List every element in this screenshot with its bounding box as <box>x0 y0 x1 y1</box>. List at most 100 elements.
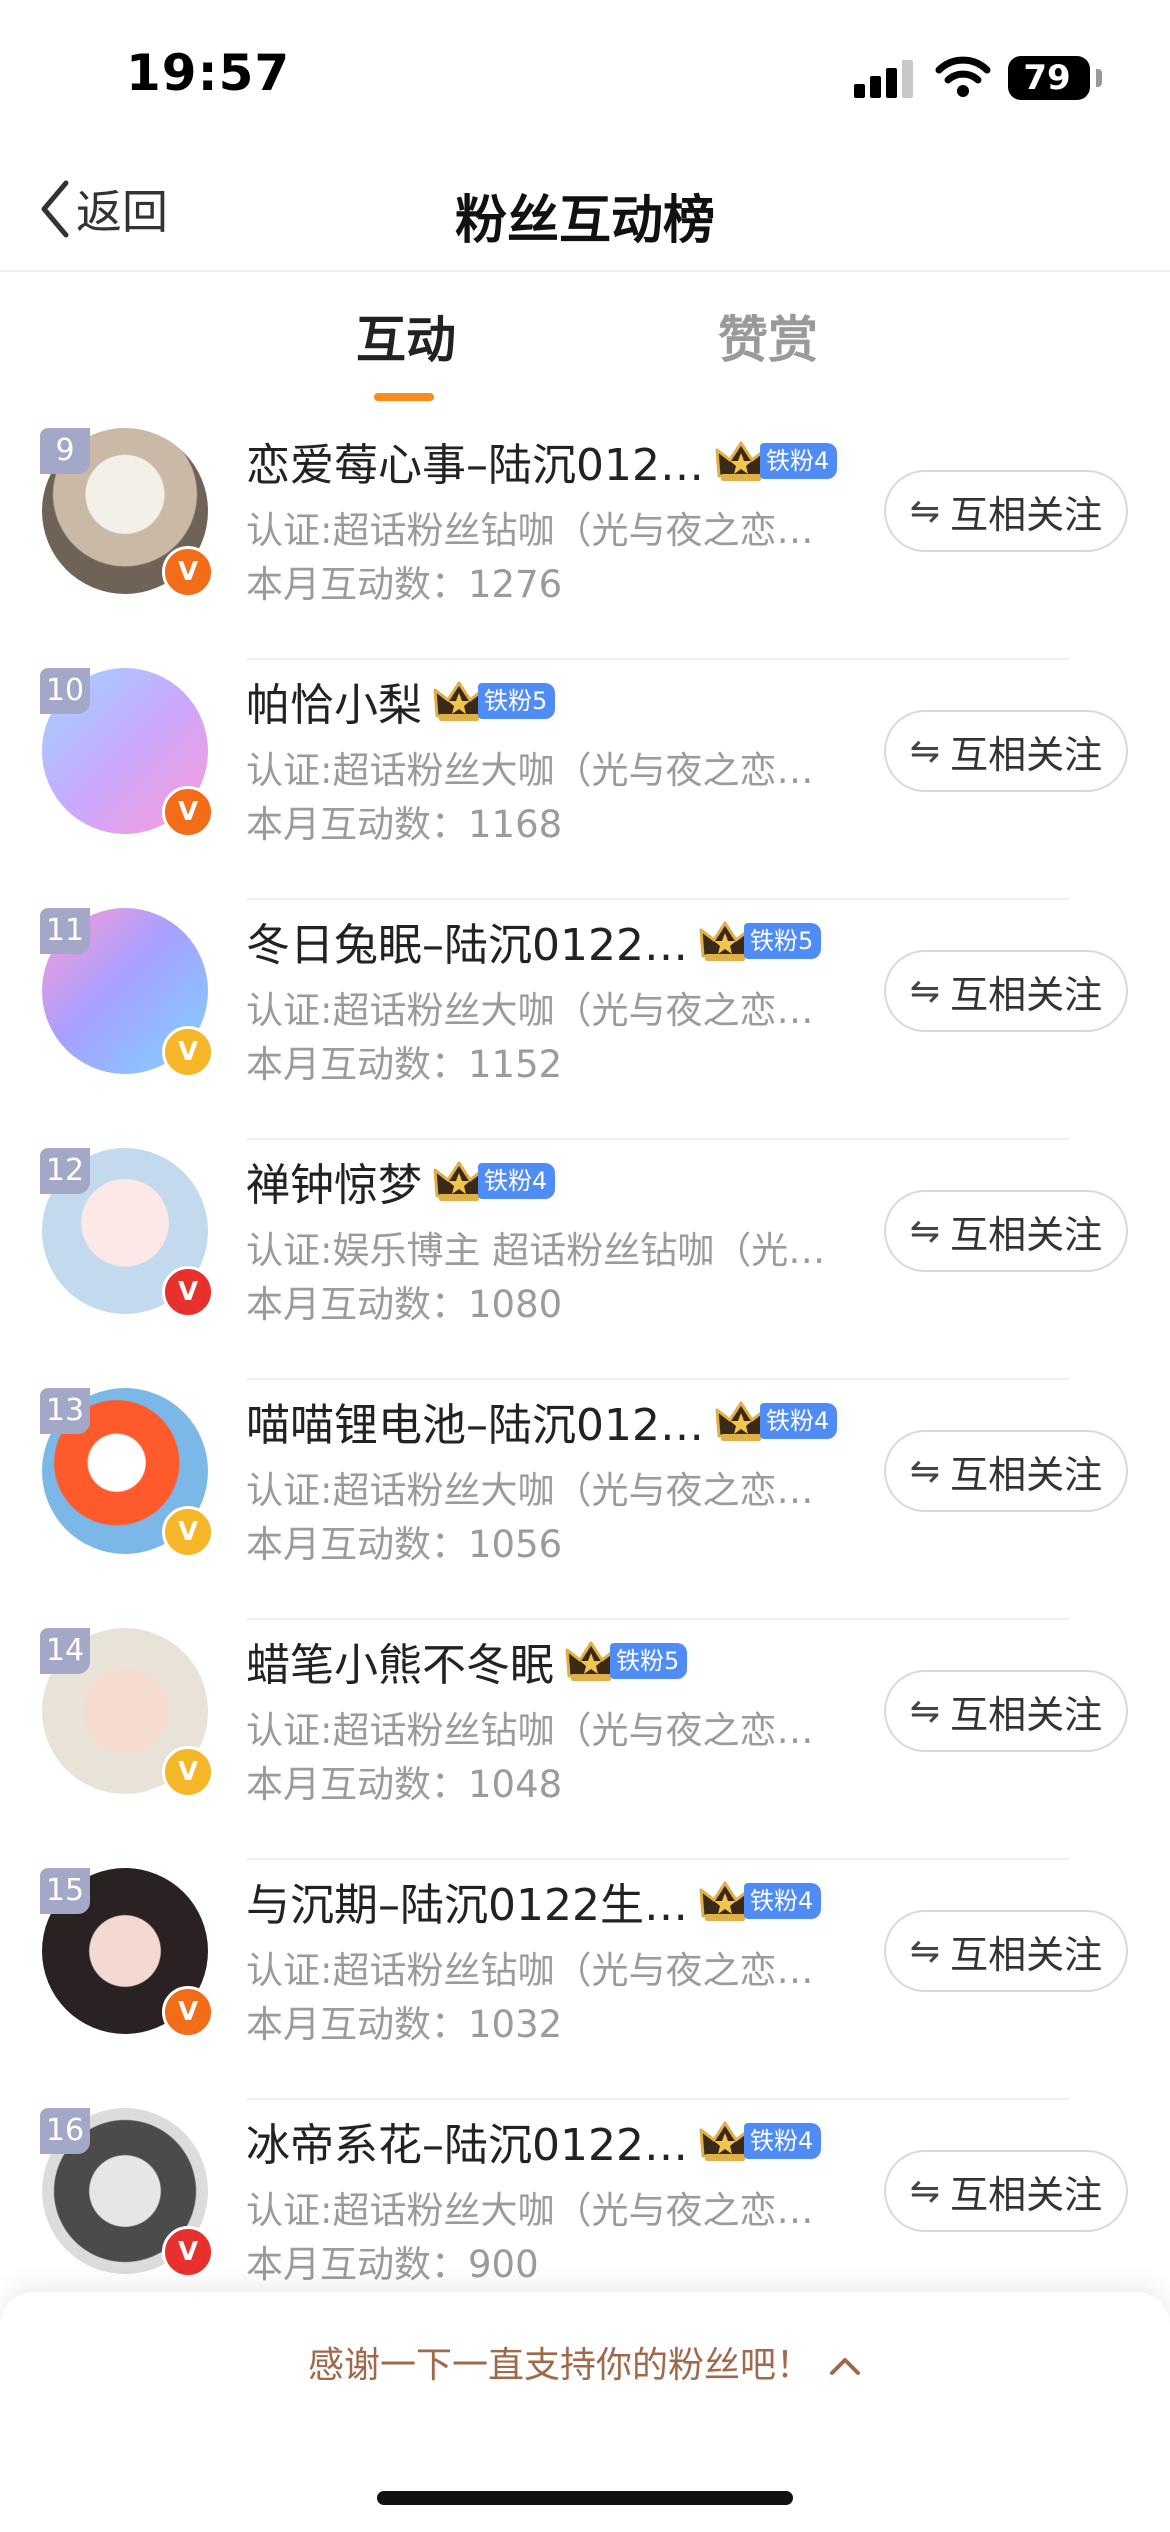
tab-reward[interactable]: 赞赏 <box>718 300 818 372</box>
list-item[interactable]: 9 V 恋爱莓心事–陆沉012… 铁粉4 认证:超话粉丝钻咖（光与夜之恋陆… 本… <box>0 420 1170 660</box>
fan-level-label: 铁粉4 <box>759 1403 838 1439</box>
list-item[interactable]: 13 V 喵喵锂电池–陆沉012… 铁粉4 认证:超话粉丝大咖（光与夜之恋陆… … <box>0 1380 1170 1620</box>
rank-badge: 13 <box>40 1388 90 1434</box>
rank-badge: 12 <box>40 1148 90 1194</box>
rank-badge: 15 <box>40 1868 90 1914</box>
rank-badge: 10 <box>40 668 90 714</box>
verified-v-icon: V <box>162 1506 214 1558</box>
fan-level-badge: 铁粉5 <box>432 678 556 724</box>
mutual-follow-button[interactable]: ⇋ 互相关注 <box>884 710 1128 792</box>
certification-text: 认证:超话粉丝大咖（光与夜之恋陆… <box>246 1469 832 1512</box>
user-name[interactable]: 帕恰小梨 <box>246 669 422 733</box>
verified-v-icon: V <box>162 1026 214 1078</box>
fan-level-badge: 铁粉4 <box>714 438 838 484</box>
thanks-text: 感谢一下一直支持你的粉丝吧！ <box>307 2345 812 2386</box>
monthly-interaction-count: 本月互动数：1276 <box>246 563 563 606</box>
mutual-follow-label: 互相关注 <box>950 1452 1103 1497</box>
verified-v-icon: V <box>162 1746 214 1798</box>
swap-arrows-icon: ⇋ <box>909 1450 941 1492</box>
list-item[interactable]: 11 V 冬日兔眠–陆沉0122… 铁粉5 认证:超话粉丝大咖（光与夜之恋陆… … <box>0 900 1170 1140</box>
rank-badge: 9 <box>40 428 90 474</box>
mutual-follow-label: 互相关注 <box>950 1692 1103 1737</box>
verified-v-icon: V <box>162 546 214 598</box>
certification-text: 认证:超话粉丝钻咖（光与夜之恋陆… <box>246 1949 832 1992</box>
verified-v-icon: V <box>162 2226 214 2278</box>
user-name[interactable]: 喵喵锂电池–陆沉012… <box>246 1389 704 1453</box>
mutual-follow-button[interactable]: ⇋ 互相关注 <box>884 1190 1128 1272</box>
swap-arrows-icon: ⇋ <box>909 1930 941 1972</box>
swap-arrows-icon: ⇋ <box>909 1210 941 1252</box>
monthly-interaction-count: 本月互动数：1048 <box>246 1763 563 1806</box>
fan-level-label: 铁粉5 <box>478 683 556 719</box>
fan-level-label: 铁粉5 <box>610 1643 688 1679</box>
user-name[interactable]: 禅钟惊梦 <box>246 1149 422 1213</box>
battery-level: 79 <box>1023 58 1071 98</box>
status-time: 19:57 <box>126 44 291 102</box>
battery-icon: 79 <box>1008 56 1102 100</box>
user-name[interactable]: 蜡笔小熊不冬眠 <box>246 1629 554 1693</box>
certification-text: 认证:娱乐博主 超话粉丝钻咖（光与… <box>246 1229 832 1272</box>
fan-level-badge: 铁粉4 <box>698 1878 822 1924</box>
rank-badge: 16 <box>40 2108 90 2154</box>
monthly-interaction-count: 本月互动数：1056 <box>246 1523 563 1566</box>
rank-badge: 14 <box>40 1628 90 1674</box>
monthly-interaction-count: 本月互动数：900 <box>246 2243 539 2286</box>
certification-text: 认证:超话粉丝钻咖（光与夜之恋陆… <box>246 1709 832 1752</box>
tab-interaction[interactable]: 互动 <box>356 300 456 372</box>
list-item[interactable]: 15 V 与沉期–陆沉0122生… 铁粉4 认证:超话粉丝钻咖（光与夜之恋陆… … <box>0 1860 1170 2100</box>
list-item[interactable]: 10 V 帕恰小梨 铁粉5 认证:超话粉丝大咖（光与夜之恋陆… 本月互动数：11… <box>0 660 1170 900</box>
fan-level-label: 铁粉4 <box>478 1163 556 1199</box>
user-name[interactable]: 恋爱莓心事–陆沉012… <box>246 429 704 493</box>
list-item[interactable]: 12 V 禅钟惊梦 铁粉4 认证:娱乐博主 超话粉丝钻咖（光与… 本月互动数：1… <box>0 1140 1170 1380</box>
mutual-follow-label: 互相关注 <box>950 2172 1103 2217</box>
user-name[interactable]: 与沉期–陆沉0122生… <box>246 1869 688 1933</box>
fan-level-label: 铁粉4 <box>743 1883 822 1919</box>
list-item[interactable]: 14 V 蜡笔小熊不冬眠 铁粉5 认证:超话粉丝钻咖（光与夜之恋陆… 本月互动数… <box>0 1620 1170 1860</box>
mutual-follow-label: 互相关注 <box>950 732 1103 777</box>
mutual-follow-label: 互相关注 <box>950 1932 1103 1977</box>
fan-level-badge: 铁粉4 <box>714 1398 838 1444</box>
user-name[interactable]: 冬日兔眠–陆沉0122… <box>246 909 688 973</box>
swap-arrows-icon: ⇋ <box>909 2170 941 2212</box>
monthly-interaction-count: 本月互动数：1032 <box>246 2003 563 2046</box>
certification-text: 认证:超话粉丝大咖（光与夜之恋陆… <box>246 749 832 792</box>
verified-v-icon: V <box>162 1266 214 1318</box>
certification-text: 认证:超话粉丝大咖（光与夜之恋陆… <box>246 989 832 1032</box>
monthly-interaction-count: 本月互动数：1168 <box>246 803 563 846</box>
mutual-follow-button[interactable]: ⇋ 互相关注 <box>884 1670 1128 1752</box>
wifi-icon <box>935 56 991 97</box>
fan-level-badge: 铁粉4 <box>698 2118 822 2164</box>
mutual-follow-label: 互相关注 <box>950 1212 1103 1257</box>
mutual-follow-button[interactable]: ⇋ 互相关注 <box>884 950 1128 1032</box>
certification-text: 认证:超话粉丝大咖（光与夜之恋陆… <box>246 2189 832 2232</box>
mutual-follow-button[interactable]: ⇋ 互相关注 <box>884 1910 1128 1992</box>
mutual-follow-button[interactable]: ⇋ 互相关注 <box>884 470 1128 552</box>
monthly-interaction-count: 本月互动数：1080 <box>246 1283 563 1326</box>
verified-v-icon: V <box>162 1986 214 2038</box>
home-indicator <box>377 2491 793 2505</box>
status-bar: 19:57 79 <box>0 0 1170 150</box>
mutual-follow-label: 互相关注 <box>950 972 1103 1017</box>
fan-level-badge: 铁粉5 <box>564 1638 688 1684</box>
thanks-prompt[interactable]: 感谢一下一直支持你的粉丝吧！ <box>0 2336 1170 2388</box>
fan-level-label: 铁粉4 <box>743 2123 822 2159</box>
page-title: 粉丝互动榜 <box>454 191 715 251</box>
fan-level-label: 铁粉4 <box>759 443 838 479</box>
monthly-interaction-count: 本月互动数：1152 <box>246 1043 563 1086</box>
user-name[interactable]: 冰帝系花–陆沉0122… <box>246 2109 688 2173</box>
fan-level-label: 铁粉5 <box>743 923 822 959</box>
chevron-up-icon <box>828 2345 862 2386</box>
swap-arrows-icon: ⇋ <box>909 970 941 1012</box>
swap-arrows-icon: ⇋ <box>909 1690 941 1732</box>
certification-text: 认证:超话粉丝钻咖（光与夜之恋陆… <box>246 509 832 552</box>
swap-arrows-icon: ⇋ <box>909 490 941 532</box>
mutual-follow-button[interactable]: ⇋ 互相关注 <box>884 1430 1128 1512</box>
fan-level-badge: 铁粉5 <box>698 918 822 964</box>
tab-active-indicator <box>374 393 434 401</box>
verified-v-icon: V <box>162 786 214 838</box>
mutual-follow-button[interactable]: ⇋ 互相关注 <box>884 2150 1128 2232</box>
rank-badge: 11 <box>40 908 90 954</box>
mutual-follow-label: 互相关注 <box>950 492 1103 537</box>
swap-arrows-icon: ⇋ <box>909 730 941 772</box>
nav-bar: 返回 粉丝互动榜 <box>0 150 1170 272</box>
